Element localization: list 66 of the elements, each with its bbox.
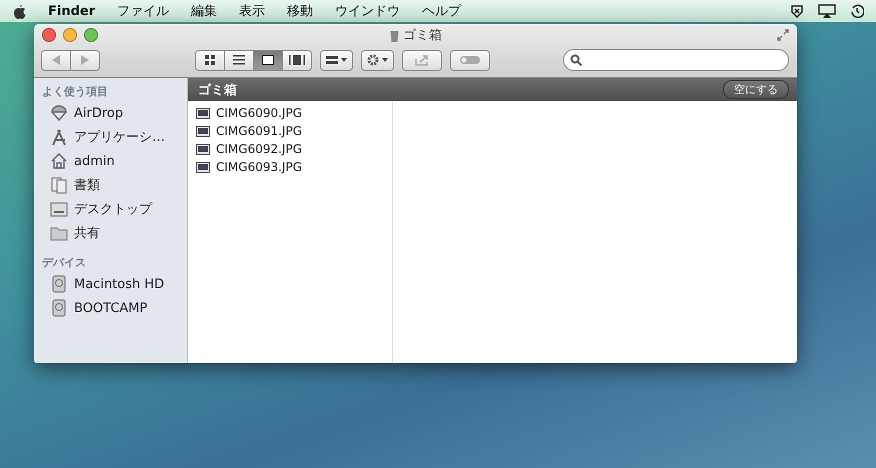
image-file-icon — [196, 126, 210, 136]
sidebar-item[interactable]: BOOTCAMP — [34, 296, 187, 320]
time-machine-icon — [850, 4, 864, 18]
search-field[interactable] — [563, 49, 789, 71]
app-store-icon — [50, 128, 68, 146]
view-button[interactable] — [224, 50, 254, 70]
image-file-icon — [196, 108, 210, 118]
menu-item[interactable]: 編集 — [191, 2, 218, 20]
window-title: ゴミ箱 — [403, 27, 442, 44]
zoom-button[interactable] — [84, 28, 98, 42]
menu-item[interactable]: ファイル — [117, 2, 170, 20]
view-button[interactable] — [253, 50, 283, 70]
sidebar-item[interactable]: デスクトップ — [34, 197, 187, 221]
minimize-button[interactable] — [63, 28, 77, 42]
fullscreen-icon — [777, 28, 789, 40]
image-file-icon — [196, 144, 210, 154]
list-icon — [233, 55, 245, 65]
parachute-icon — [50, 104, 68, 122]
close-button[interactable] — [42, 28, 56, 42]
trash-icon — [389, 28, 399, 42]
share-button[interactable] — [402, 50, 442, 70]
shield-x-icon — [790, 4, 804, 18]
sidebar-item[interactable]: アプリケーシ… — [34, 125, 187, 149]
image-file-icon — [196, 162, 210, 172]
sidebar-item[interactable]: 共有 — [34, 221, 187, 245]
apple-logo-icon — [12, 3, 26, 19]
grid-icon — [205, 55, 215, 65]
file-item[interactable]: CIMG6091.JPG — [188, 122, 392, 140]
sidebar-heading: デバイス — [41, 255, 87, 271]
caret-icon — [382, 58, 388, 62]
grid-icon — [326, 56, 338, 64]
airplay-icon — [818, 4, 836, 18]
file-item[interactable]: CIMG6090.JPG — [188, 104, 392, 122]
desktop-icon — [50, 200, 68, 218]
menu-item[interactable]: ヘルプ — [422, 2, 462, 20]
forward-icon — [81, 55, 89, 65]
coverflow-icon — [289, 55, 305, 65]
menu-item[interactable]: 表示 — [239, 2, 266, 20]
file-item[interactable]: CIMG6092.JPG — [188, 140, 392, 158]
caret-icon — [341, 58, 347, 62]
forward-button[interactable] — [70, 50, 100, 70]
share-icon — [415, 54, 429, 66]
arrange-button[interactable] — [320, 50, 353, 70]
menu-item[interactable]: Finder — [48, 4, 96, 18]
menu-item[interactable]: ウインドウ — [335, 2, 400, 20]
gear-icon — [367, 54, 379, 66]
file-item[interactable]: CIMG6093.JPG — [188, 158, 392, 176]
search-icon — [570, 54, 582, 66]
menu-item[interactable]: 移動 — [287, 2, 314, 20]
back-button[interactable] — [41, 50, 71, 70]
sidebar-item[interactable]: 書類 — [34, 173, 187, 197]
view-button[interactable] — [282, 50, 312, 70]
empty-trash-button[interactable]: 空にする — [723, 80, 789, 99]
documents-icon — [50, 176, 68, 194]
columns-icon — [262, 55, 274, 65]
toggle-icon — [460, 56, 480, 64]
view-button[interactable] — [195, 50, 225, 70]
sidebar-item[interactable]: admin — [34, 149, 187, 173]
back-icon — [52, 55, 60, 65]
house-icon — [50, 152, 68, 170]
sidebar-item[interactable]: AirDrop — [34, 101, 187, 125]
sidebar-item[interactable]: Macintosh HD — [34, 272, 187, 296]
tags-button[interactable] — [450, 50, 490, 70]
sidebar-heading: よく使う項目 — [41, 84, 109, 100]
action-button[interactable] — [361, 50, 394, 70]
folder-title: ゴミ箱 — [198, 82, 237, 98]
